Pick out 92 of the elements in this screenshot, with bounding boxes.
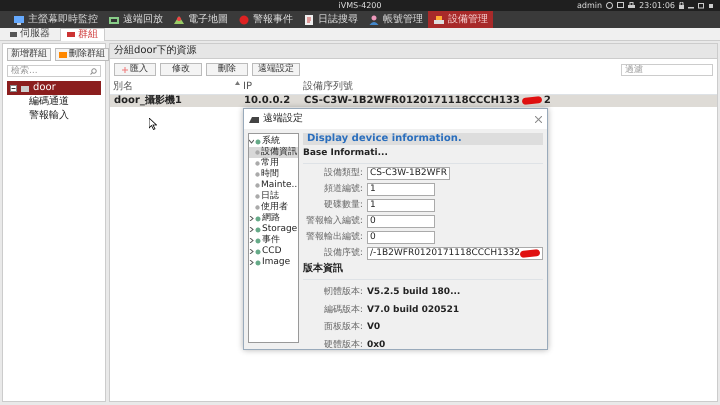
plus-icon xyxy=(122,66,128,72)
chevron-right-icon[interactable] xyxy=(249,216,254,221)
menu-item[interactable]: 主螢幕即時監控 xyxy=(8,11,103,28)
import-button[interactable]: 匯入 xyxy=(114,63,156,76)
input-field[interactable]: 1 xyxy=(366,198,435,212)
field-label: 編碼版本: xyxy=(322,304,363,316)
mouse-cursor-icon xyxy=(149,118,157,130)
device-icon xyxy=(433,14,445,26)
input-field[interactable]: 1 xyxy=(366,182,435,196)
tree-item[interactable]: Image xyxy=(249,257,298,268)
field-label: 硬碟數量: xyxy=(322,200,363,211)
bullet-icon xyxy=(255,172,260,177)
add-group-button[interactable]: 新增群組 xyxy=(7,48,51,61)
table-row[interactable]: door_攝影機1 10.0.0.2 CS-C3W-1B2WFR0120171118CCCH133 2 xyxy=(110,95,717,107)
tree-item[interactable]: 使用者 xyxy=(249,202,298,213)
section-heading: Display device information. xyxy=(302,133,543,145)
column-header[interactable]: IP xyxy=(240,80,300,94)
printer-icon xyxy=(628,2,636,9)
chevron-right-icon[interactable] xyxy=(249,238,254,243)
tree-item[interactable]: 網路 xyxy=(249,213,298,224)
tree-item[interactable]: door xyxy=(7,81,101,95)
alarm-icon xyxy=(238,14,250,26)
bullet-icon xyxy=(255,194,260,199)
clock-time: 23:01:06 xyxy=(639,0,676,11)
bullet-icon xyxy=(255,150,260,155)
tab[interactable]: 群組 xyxy=(60,28,105,40)
dialog-title: 遠端設定 xyxy=(263,113,303,125)
menu-item[interactable]: 遠端回放 xyxy=(103,11,168,28)
table-cell: CS-C3W-1B2WFR0120171118CCCH133 xyxy=(304,95,520,106)
tree-item[interactable]: 時間 xyxy=(249,169,298,180)
menu-item[interactable]: 帳號管理 xyxy=(363,11,428,28)
field-label: 面板版本: xyxy=(322,322,363,334)
column-header[interactable]: 別名 xyxy=(110,80,235,94)
tree-item[interactable]: 設備資訊 xyxy=(249,147,298,158)
tab[interactable]: 伺服器 xyxy=(4,28,56,40)
field-value: V5.2.5 build 180... xyxy=(366,286,460,298)
collapse-icon[interactable] xyxy=(10,84,17,92)
panel-title: 分組door下的資源 xyxy=(110,44,717,59)
field-label: 硬體版本: xyxy=(322,340,363,351)
field-label: 頻道編號: xyxy=(322,184,363,195)
table-cell: door_攝影機1 xyxy=(114,95,182,106)
menu-item[interactable]: 設備管理 xyxy=(428,11,493,28)
user-name: admin xyxy=(577,0,602,11)
bullet-icon xyxy=(255,183,260,188)
field-label: 設備序號: xyxy=(322,248,363,259)
field-value: V7.0 build 020521 xyxy=(366,304,460,316)
remote-settings-button[interactable]: 遠端設定 xyxy=(252,63,300,76)
bullet-icon xyxy=(255,161,260,166)
delete-group-button[interactable]: 刪除群組 xyxy=(55,48,109,61)
tree-item[interactable]: CCD xyxy=(249,246,298,257)
tree-item[interactable]: 常用 xyxy=(249,158,298,169)
table-cell: 10.0.0.2 xyxy=(244,95,290,106)
field-label: 設備類型: xyxy=(322,168,363,179)
field-label: 軔體版本: xyxy=(322,286,363,298)
input-field[interactable]: 0 xyxy=(366,230,435,244)
menu-item[interactable]: 電子地圖 xyxy=(168,11,233,28)
field-value: 0x0 xyxy=(366,340,386,351)
tree-item[interactable]: 編碼通道 xyxy=(7,95,101,109)
user-icon xyxy=(368,14,380,26)
tree-item[interactable]: Mainte... xyxy=(249,180,298,191)
tree-item[interactable]: 系統 xyxy=(249,136,298,147)
table-cell: 2 xyxy=(544,95,551,106)
edit-button[interactable]: 修改 xyxy=(160,63,202,76)
tree-item[interactable]: 警報輸入 xyxy=(7,109,101,123)
search-icon xyxy=(90,68,97,74)
chevron-right-icon[interactable] xyxy=(249,249,254,254)
input-field[interactable]: CS-C3W-1B2WFR xyxy=(366,166,450,180)
input-field[interactable]: /-1B2WFR0120171118CCCH1332 xyxy=(366,246,543,260)
field-value: V0 xyxy=(366,322,380,334)
delete-button[interactable]: 刪除 xyxy=(206,63,248,76)
menu-item[interactable]: 警報事件 xyxy=(233,11,298,28)
tree-item[interactable]: 日誌 xyxy=(249,191,298,202)
field-label: 警報輸入編號: xyxy=(304,216,363,227)
bullet-icon xyxy=(255,205,260,210)
gear-icon xyxy=(255,138,261,144)
column-header[interactable]: 設備序列號 xyxy=(300,80,356,94)
chevron-right-icon[interactable] xyxy=(249,260,254,265)
tree-item[interactable]: 事件 xyxy=(249,235,298,246)
window-title: iVMS-4200 xyxy=(338,0,382,11)
log-icon xyxy=(303,14,315,26)
chevron-right-icon[interactable] xyxy=(249,227,254,232)
restore-icon[interactable] xyxy=(698,2,704,9)
menu-item[interactable]: 日誌搜尋 xyxy=(298,11,363,28)
section-title: 版本資訊 xyxy=(302,262,543,280)
input-field[interactable]: 0 xyxy=(366,214,435,228)
section-title: Base Informati... xyxy=(302,148,543,164)
sort-icon xyxy=(235,80,240,85)
chevron-down-icon[interactable] xyxy=(249,139,254,144)
field-label: 警報輸出編號: xyxy=(304,232,363,243)
tree-item[interactable]: Storage xyxy=(249,224,298,235)
map-icon xyxy=(173,14,185,26)
lock-icon[interactable] xyxy=(679,2,684,9)
